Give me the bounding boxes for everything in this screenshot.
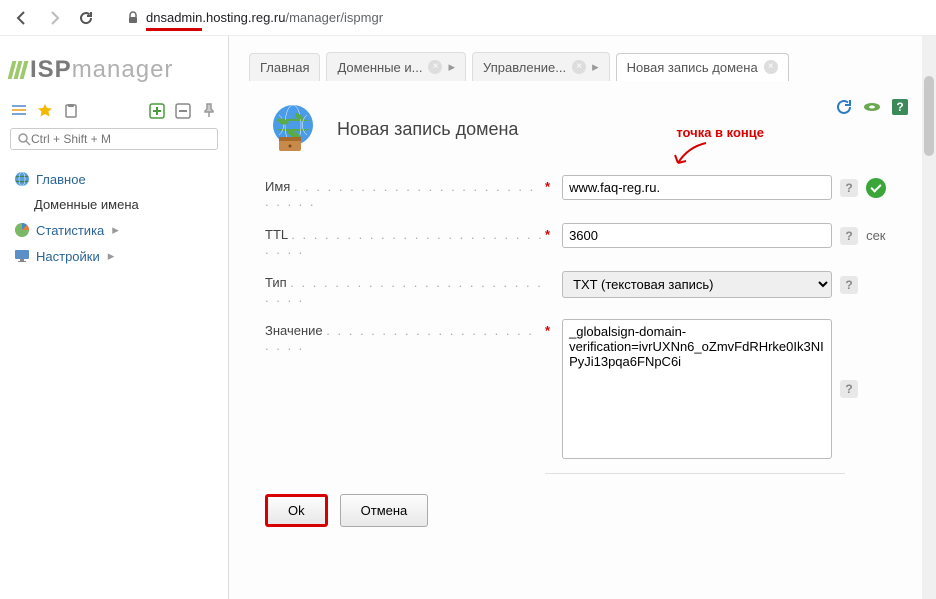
list-icon[interactable] — [10, 102, 28, 120]
ttl-unit: сек — [866, 228, 885, 243]
sidebar: ISPmanager Главное Доменные имена — [0, 36, 228, 599]
tab-new-record[interactable]: Новая запись домена× — [616, 53, 789, 81]
app-logo: ISPmanager — [10, 56, 218, 84]
arrow-icon — [672, 141, 708, 169]
help-icon[interactable]: ? — [840, 276, 858, 294]
tab-bar: Главная Доменные и...×▸ Управление...×▸ … — [229, 36, 936, 81]
back-button[interactable] — [10, 6, 34, 30]
lock-icon — [126, 11, 140, 25]
monitor-icon — [14, 248, 30, 264]
required-marker: * — [545, 227, 550, 242]
page-title: Новая запись домена — [337, 119, 518, 140]
help-page-icon[interactable]: ? — [890, 97, 910, 117]
ok-button[interactable]: Ok — [265, 494, 328, 527]
tab-home[interactable]: Главная — [249, 53, 320, 81]
help-icon[interactable]: ? — [840, 380, 858, 398]
page-actions: ? — [834, 97, 910, 117]
close-icon[interactable]: × — [764, 60, 778, 74]
dns-form: Имя . . . . . . . . . . . . . . . . . . … — [265, 175, 900, 527]
logo-bars-icon — [10, 61, 26, 79]
pie-icon — [14, 222, 30, 238]
sidebar-item-label: Главное — [36, 172, 86, 187]
help-icon[interactable]: ? — [840, 227, 858, 245]
clipboard-icon[interactable] — [62, 102, 80, 120]
chevron-right-icon: ▸ — [592, 59, 599, 75]
help-icon[interactable]: ? — [840, 179, 858, 197]
sidebar-toolbar — [10, 102, 218, 120]
sidebar-search[interactable] — [10, 128, 218, 150]
check-ok-icon — [866, 178, 886, 198]
type-label: Тип . . . . . . . . . . . . . . . . . . … — [265, 271, 545, 305]
minus-icon[interactable] — [174, 102, 192, 120]
sidebar-item-label: Доменные имена — [34, 197, 139, 212]
address-bar[interactable]: dnsadmin.hosting.reg.ru/manager/ispmgr — [106, 10, 383, 25]
divider — [545, 473, 845, 474]
pin-icon[interactable] — [200, 102, 218, 120]
ttl-label: TTL . . . . . . . . . . . . . . . . . . … — [265, 223, 545, 257]
close-icon[interactable]: × — [428, 60, 442, 74]
sidebar-item-stats[interactable]: Статистика ▸ — [10, 217, 218, 243]
chevron-right-icon: ▸ — [448, 59, 455, 75]
main-panel: Главная Доменные и...×▸ Управление...×▸ … — [228, 36, 936, 599]
disk-icon[interactable] — [862, 97, 882, 117]
close-icon[interactable]: × — [572, 60, 586, 74]
svg-text:?: ? — [896, 100, 903, 114]
browser-toolbar: dnsadmin.hosting.reg.ru/manager/ispmgr — [0, 0, 936, 36]
url-text: dnsadmin.hosting.reg.ru/manager/ispmgr — [146, 10, 383, 25]
type-select[interactable]: TXT (текстовая запись) — [562, 271, 832, 298]
sidebar-item-main[interactable]: Главное — [10, 166, 218, 192]
cancel-button[interactable]: Отмена — [340, 494, 429, 527]
required-marker: * — [545, 179, 550, 194]
refresh-icon[interactable] — [834, 97, 854, 117]
star-icon[interactable] — [36, 102, 54, 120]
plus-icon[interactable] — [148, 102, 166, 120]
globe-small-icon — [14, 171, 30, 187]
sidebar-item-settings[interactable]: Настройки ▸ — [10, 243, 218, 269]
globe-icon — [265, 101, 321, 157]
value-label: Значение . . . . . . . . . . . . . . . .… — [265, 319, 545, 353]
required-marker: * — [545, 323, 550, 338]
sidebar-item-label: Статистика — [36, 223, 104, 238]
chevron-right-icon: ▸ — [112, 222, 119, 238]
tab-manage[interactable]: Управление...×▸ — [472, 52, 610, 81]
chevron-right-icon: ▸ — [108, 248, 115, 264]
reload-button[interactable] — [74, 6, 98, 30]
value-textarea[interactable]: _globalsign-domain-verification=ivrUXNn6… — [562, 319, 832, 459]
tab-domains[interactable]: Доменные и...×▸ — [326, 52, 466, 81]
sidebar-item-domains[interactable]: Доменные имена — [10, 192, 218, 217]
search-icon — [17, 132, 31, 146]
name-label: Имя . . . . . . . . . . . . . . . . . . … — [265, 175, 545, 209]
forward-button[interactable] — [42, 6, 66, 30]
ttl-input[interactable] — [562, 223, 832, 248]
search-input[interactable] — [31, 132, 211, 146]
sidebar-item-label: Настройки — [36, 249, 100, 264]
name-input[interactable] — [562, 175, 832, 200]
annotation-text: точка в конце — [676, 125, 764, 140]
